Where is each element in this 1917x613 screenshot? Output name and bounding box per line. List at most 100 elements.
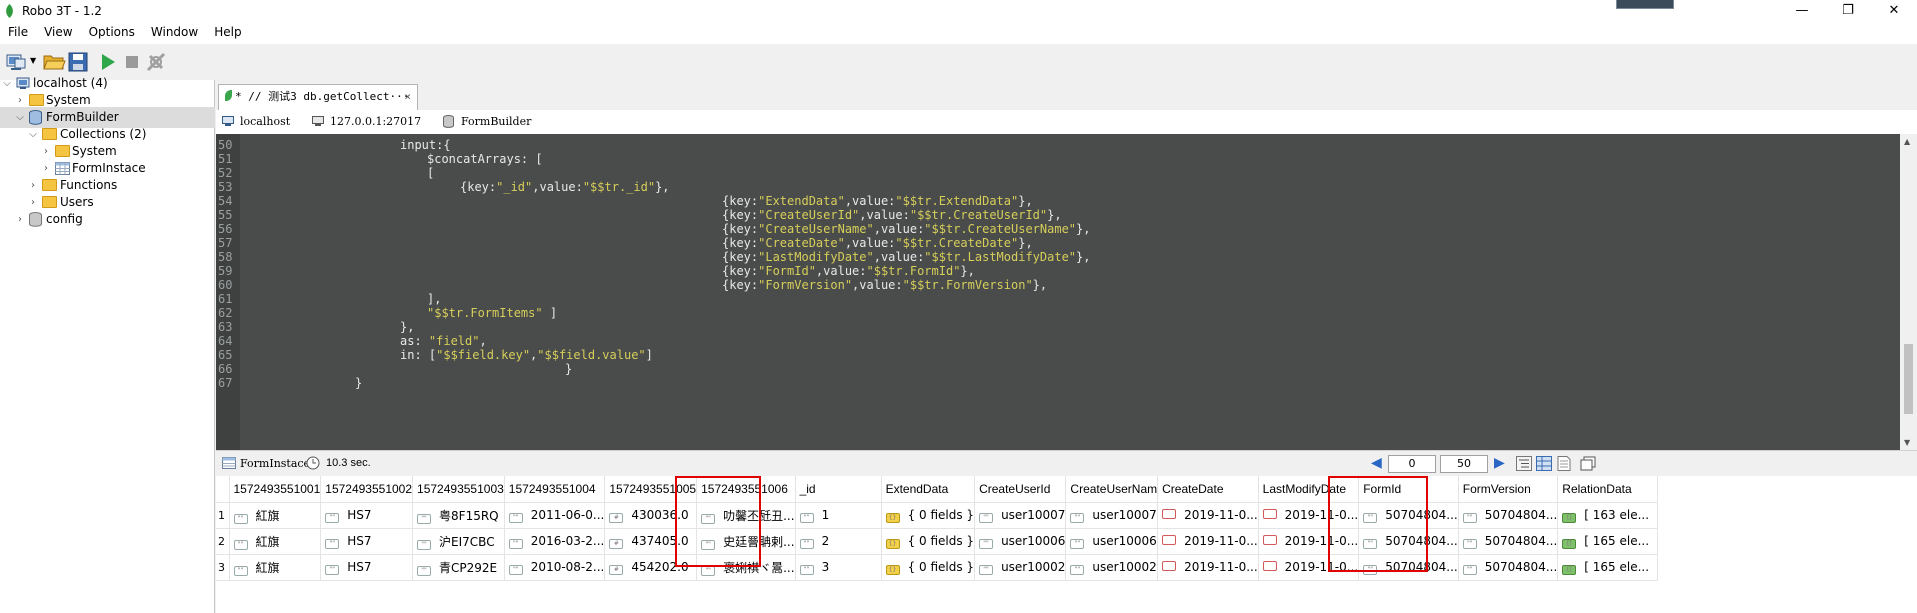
menu-window[interactable]: Window <box>143 22 206 44</box>
text-view-icon[interactable] <box>1556 456 1572 471</box>
window-title: Robo 3T - 1.2 <box>22 4 102 18</box>
table-cell[interactable]: "" 2011-06-0... <box>504 502 606 529</box>
code-token: ,value: <box>844 194 896 208</box>
close-window-button[interactable]: ✕ <box>1871 0 1917 22</box>
cell-value: user10007 <box>1092 507 1157 522</box>
string-type-icon: "" <box>325 564 340 575</box>
string-type-icon: "" <box>799 512 814 523</box>
table-cell[interactable]: "" HS7 <box>320 554 414 581</box>
table-cell[interactable]: "" user10006 <box>974 528 1067 555</box>
cell-value: user10007 <box>1001 507 1066 522</box>
table-row[interactable]: 2 "" 紅旗 "" HS7 "" 沪EI7CBC "" 2016-03-2... #437405… <box>216 528 1659 555</box>
column-header[interactable]: RelationData <box>1557 476 1659 503</box>
code-string: "$$tr.CreateDate" <box>895 236 1019 250</box>
table-view-icon[interactable] <box>1536 456 1552 471</box>
object-type-icon: {} <box>885 512 900 523</box>
close-tab-icon[interactable]: × <box>404 85 411 109</box>
page-size-input[interactable]: 50 <box>1440 455 1488 473</box>
table-cell[interactable]: "" 50704804... <box>1458 554 1559 581</box>
scroll-up-icon[interactable]: ▲ <box>1904 137 1910 146</box>
menu-help[interactable]: Help <box>206 22 249 44</box>
table-cell[interactable]: "" 2 <box>795 528 882 555</box>
menu-file[interactable]: File <box>0 22 36 44</box>
tree-view-icon[interactable] <box>1516 456 1532 471</box>
table-cell[interactable]: 2019-11-0... <box>1157 554 1259 581</box>
table-cell[interactable]: {} { 0 fields } <box>881 502 976 529</box>
column-header[interactable]: 1572493551003 <box>412 476 505 503</box>
string-type-icon: "" <box>508 512 523 523</box>
table-cell[interactable]: 2019-11-0... <box>1157 502 1259 529</box>
code-string: "$$tr.CreateUserId" <box>909 208 1048 222</box>
table-row[interactable]: 1 "" 紅旗 "" HS7 "" 粤8F15RQ "" 2011-06-0... #430036… <box>216 502 1659 529</box>
window-controls: — ❐ ✕ <box>1779 0 1917 22</box>
table-cell[interactable]: "" 紅旗 <box>229 502 322 529</box>
table-cell[interactable]: "" 2016-03-2... <box>504 528 606 555</box>
column-header[interactable]: 1572493551002 <box>320 476 414 503</box>
number-type-icon: # <box>609 512 624 523</box>
table-cell[interactable]: "" 50704804... <box>1458 528 1559 555</box>
table-cell[interactable]: {} { 0 fields } <box>881 528 976 555</box>
column-header[interactable]: CreateUserId <box>974 476 1067 503</box>
table-cell[interactable]: "" user10002 <box>974 554 1067 581</box>
column-header[interactable]: ExtendData <box>881 476 976 503</box>
table-cell[interactable]: "" 1 <box>795 502 882 529</box>
string-type-icon: "" <box>979 564 994 575</box>
page-start-input[interactable]: 0 <box>1388 455 1436 473</box>
minimize-button[interactable]: — <box>1779 0 1825 22</box>
row-number: 1 <box>216 502 230 529</box>
code-string: "$$field.value" <box>537 348 646 362</box>
string-type-icon: "" <box>417 513 432 524</box>
table-cell[interactable]: "" user10007 <box>974 502 1067 529</box>
maximize-panel-icon[interactable] <box>1580 456 1596 471</box>
date-type-icon <box>1162 535 1177 545</box>
table-cell[interactable]: "" HS7 <box>320 528 414 555</box>
table-cell[interactable]: 2019-11-0... <box>1157 528 1259 555</box>
table-cell[interactable]: "" 紅旗 <box>229 528 322 555</box>
column-header[interactable]: _id <box>795 476 882 503</box>
table-cell[interactable]: "" 粤8F15RQ <box>412 502 505 529</box>
table-cell[interactable]: [] [ 165 ele... <box>1557 528 1659 555</box>
string-type-icon: "" <box>417 539 432 550</box>
table-cell[interactable]: "" 沪EI7CBC <box>412 528 505 555</box>
table-cell[interactable]: {} { 0 fields } <box>881 554 976 581</box>
table-cell[interactable]: [] [ 165 ele... <box>1557 554 1659 581</box>
column-header[interactable]: CreateUserNam <box>1065 476 1159 503</box>
column-header[interactable]: 1572493551001 <box>229 476 322 503</box>
query-editor[interactable]: ▲ ▼ 50 input:{51 $concatArrays: [52[53 {key… <box>216 134 1917 450</box>
menu-options[interactable]: Options <box>81 22 143 44</box>
cell-value: { 0 fields } <box>907 559 975 574</box>
code-string: "$$tr.FormId" <box>866 264 961 278</box>
chevron-right-icon[interactable]: › <box>15 209 25 230</box>
table-cell[interactable]: "" user10006 <box>1065 528 1159 555</box>
tree-item-config[interactable]: › config <box>0 209 215 230</box>
table-cell[interactable]: "" 青CP292E <box>412 554 505 581</box>
cell-value: user10006 <box>1001 533 1066 548</box>
column-header[interactable]: CreateDate <box>1157 476 1259 503</box>
string-type-icon: "" <box>325 512 340 523</box>
column-header[interactable]: FormVersion <box>1458 476 1559 503</box>
results-grid[interactable]: 1572493551001 1572493551002 1572493551003 1… <box>216 476 1917 613</box>
table-cell[interactable]: "" HS7 <box>320 502 414 529</box>
table-cell[interactable]: "" 2010-08-2... <box>504 554 606 581</box>
query-tab[interactable]: * // 测试3 db.getCollect··· × <box>218 84 418 110</box>
column-header[interactable]: 1572493551004 <box>504 476 606 503</box>
prev-page-icon[interactable]: ◀ <box>1371 455 1382 471</box>
table-cell[interactable]: "" user10007 <box>1065 502 1159 529</box>
table-cell[interactable]: "" user10002 <box>1065 554 1159 581</box>
scroll-down-icon[interactable]: ▼ <box>1904 438 1910 447</box>
code-string: "LastModifyDate" <box>758 250 874 264</box>
code-token: {key: <box>460 180 497 194</box>
info-address: 127.0.0.1:27017 <box>330 115 422 128</box>
table-cell[interactable]: [] [ 163 ele... <box>1557 502 1659 529</box>
editor-scrollbar-thumb[interactable] <box>1904 344 1913 414</box>
object-type-icon: {} <box>885 564 900 575</box>
table-cell[interactable]: "" 紅旗 <box>229 554 322 581</box>
code-token: {key: <box>722 194 759 208</box>
table-cell[interactable]: "" 3 <box>795 554 882 581</box>
table-cell[interactable]: "" 50704804... <box>1458 502 1559 529</box>
menu-view[interactable]: View <box>36 22 80 44</box>
code-string: "CreateUserName" <box>758 222 874 236</box>
restore-button[interactable]: ❐ <box>1825 0 1871 22</box>
editor-scrollbar[interactable]: ▲ ▼ <box>1900 134 1917 450</box>
table-row[interactable]: 3 "" 紅旗 "" HS7 "" 青CP292E "" 2010-08-2... #454202… <box>216 554 1659 581</box>
